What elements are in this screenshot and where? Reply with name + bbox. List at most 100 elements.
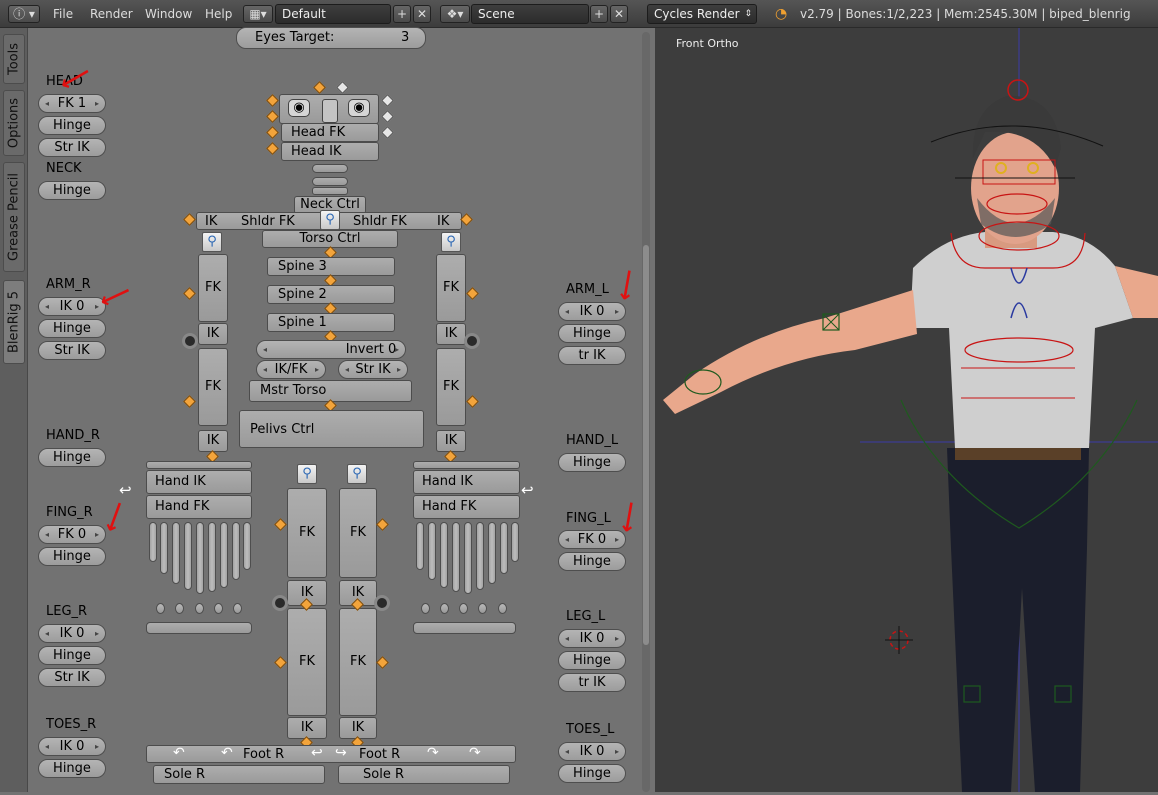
hand-l-hinge-toggle[interactable]: Hinge	[558, 453, 626, 472]
foot-r-button[interactable]: Foot R	[243, 747, 284, 762]
leg-l-str-ik-toggle[interactable]: tr IK	[558, 673, 626, 692]
finger-r-segment[interactable]	[172, 522, 180, 584]
neck-hinge-toggle[interactable]: Hinge	[38, 181, 106, 200]
arm-l-wrist-ik[interactable]: IK	[436, 430, 466, 452]
finger-r-segment[interactable]	[196, 522, 204, 594]
sole-l-button[interactable]: Sole R	[338, 765, 510, 784]
finger-l-tip[interactable]	[478, 603, 487, 614]
hand-r-fk-button[interactable]: Hand FK	[146, 495, 252, 519]
finger-l-pinky[interactable]	[416, 522, 424, 570]
arm-l-elbow-ik[interactable]: IK	[436, 323, 466, 345]
heel-roll-arrow-icon[interactable]: ↷	[427, 745, 439, 761]
fing-l-fk-field[interactable]: ◂ FK 0 ▸	[558, 530, 626, 549]
toes-l-hinge-toggle[interactable]: Hinge	[558, 764, 626, 783]
finger-l-thumb[interactable]	[511, 522, 519, 562]
finger-l-segment[interactable]	[476, 522, 484, 590]
finger-l-segment[interactable]	[500, 522, 508, 574]
arm-l-upper-fk[interactable]: FK	[436, 254, 466, 322]
3d-viewport[interactable]	[655, 28, 1158, 792]
eye-l-icon[interactable]: ◉	[348, 99, 370, 117]
spine1-button[interactable]: Spine 1	[267, 313, 395, 332]
hand-l-top-bar[interactable]	[413, 461, 520, 469]
finger-r-tip[interactable]	[233, 603, 242, 614]
shoulder-l-fk-button[interactable]: Shldr FK	[353, 214, 407, 229]
leg-r-lower-fk[interactable]: FK	[287, 608, 327, 716]
info-editor-type-button[interactable]: ⓘ ▾	[8, 5, 40, 23]
eye-r-icon[interactable]: ◉	[288, 99, 310, 117]
spine3-button[interactable]: Spine 3	[267, 257, 395, 276]
fing-r-fk-field[interactable]: ◂ FK 0 ▸	[38, 525, 106, 544]
toe-roll-arrow-icon[interactable]: ↷	[469, 745, 481, 761]
sole-r-button[interactable]: Sole R	[153, 765, 325, 784]
heel-roll-arrow-icon[interactable]: ↶	[221, 745, 233, 761]
render-engine-select[interactable]: Cycles Render ⇕	[647, 4, 757, 24]
leg-l-ik-field[interactable]: ◂ IK 0 ▸	[558, 629, 626, 648]
finger-l-tip[interactable]	[421, 603, 430, 614]
leg-r-upper-fk[interactable]: FK	[287, 488, 327, 578]
neck-segment-2[interactable]	[312, 177, 348, 186]
toe-roll-arrow-icon[interactable]: ↶	[173, 745, 185, 761]
arm-r-upper-fk[interactable]: FK	[198, 254, 228, 322]
leg-r-pole-ring[interactable]	[272, 595, 288, 611]
finger-r-tip[interactable]	[195, 603, 204, 614]
scene-field[interactable]: Scene	[471, 4, 589, 24]
hand-r-top-bar[interactable]	[146, 461, 252, 469]
foot-roll-arrow-icon[interactable]: ↪	[335, 745, 347, 761]
neck-segment-1[interactable]	[312, 164, 348, 173]
leg-r-ik-field[interactable]: ◂ IK 0 ▸	[38, 624, 106, 643]
pelvis-ctrl-button[interactable]: Pelivs Ctrl	[239, 410, 424, 448]
delete-layout-button[interactable]: ✕	[413, 5, 431, 23]
finger-l-segment[interactable]	[452, 522, 460, 592]
panel-scrollbar-thumb[interactable]	[643, 245, 649, 645]
finger-r-tip[interactable]	[214, 603, 223, 614]
fing-l-hinge-toggle[interactable]: Hinge	[558, 552, 626, 571]
tab-grease-pencil[interactable]: Grease Pencil	[3, 162, 25, 272]
menu-window[interactable]: Window	[145, 7, 192, 21]
scene-icon-button[interactable]: ❖▾	[440, 5, 470, 23]
finger-r-segment[interactable]	[184, 522, 192, 590]
invert-field[interactable]: ◂ Invert 0 ▸	[256, 340, 406, 359]
fing-r-hinge-toggle[interactable]: Hinge	[38, 547, 106, 566]
arm-r-lower-fk[interactable]: FK	[198, 348, 228, 426]
head-hinge-toggle[interactable]: Hinge	[38, 116, 106, 135]
finger-l-tip[interactable]	[440, 603, 449, 614]
eyes-target-field[interactable]: Eyes Target: 3	[236, 27, 426, 49]
leg-l-lower-fk[interactable]: FK	[339, 608, 377, 716]
spine2-button[interactable]: Spine 2	[267, 285, 395, 304]
arm-l-lower-fk[interactable]: FK	[436, 348, 466, 426]
neck-segment-3[interactable]	[312, 187, 348, 195]
menu-file[interactable]: File	[53, 7, 73, 21]
tab-blenrig5[interactable]: BlenRig 5	[3, 280, 25, 364]
toes-l-ik-field[interactable]: ◂ IK 0 ▸	[558, 742, 626, 761]
tab-options[interactable]: Options	[3, 90, 25, 156]
leg-r-str-ik-toggle[interactable]: Str IK	[38, 668, 106, 687]
add-layout-button[interactable]: +	[393, 5, 411, 23]
finger-l-tip[interactable]	[498, 603, 507, 614]
arm-r-elbow-ik[interactable]: IK	[198, 323, 228, 345]
fingers-r-ctrl-bar[interactable]	[146, 622, 252, 634]
undo-arrow-icon[interactable]: ↩	[119, 481, 132, 499]
face-control-block[interactable]: ◉ ◉	[279, 94, 379, 124]
head-str-ik-toggle[interactable]: Str IK	[38, 138, 106, 157]
nose-control[interactable]	[322, 99, 338, 123]
finger-r-segment[interactable]	[208, 522, 216, 592]
ikfk-field[interactable]: ◂ IK/FK ▸	[256, 360, 326, 379]
add-scene-button[interactable]: +	[590, 5, 608, 23]
arm-r-wrench-icon[interactable]: ⚲	[202, 232, 222, 252]
leg-l-wrench-icon[interactable]: ⚲	[347, 464, 367, 484]
finger-r-thumb[interactable]	[149, 522, 157, 562]
leg-r-wrench-icon[interactable]: ⚲	[297, 464, 317, 484]
foot-l-button[interactable]: Foot R	[359, 747, 400, 762]
torso-str-ik-field[interactable]: ◂ Str IK ▸	[338, 360, 408, 379]
arm-r-str-ik-toggle[interactable]: Str IK	[38, 341, 106, 360]
hand-r-ik-button[interactable]: Hand IK	[146, 470, 252, 494]
arm-r-hinge-toggle[interactable]: Hinge	[38, 319, 106, 338]
arm-r-pole-ring[interactable]	[182, 333, 198, 349]
finger-l-segment[interactable]	[464, 522, 472, 594]
leg-r-hinge-toggle[interactable]: Hinge	[38, 646, 106, 665]
finger-r-segment[interactable]	[220, 522, 228, 588]
shoulder-l-ik-button[interactable]: IK	[437, 214, 449, 229]
finger-r-segment[interactable]	[232, 522, 240, 580]
hand-l-fk-button[interactable]: Hand FK	[413, 495, 520, 519]
arm-r-wrist-ik[interactable]: IK	[198, 430, 228, 452]
